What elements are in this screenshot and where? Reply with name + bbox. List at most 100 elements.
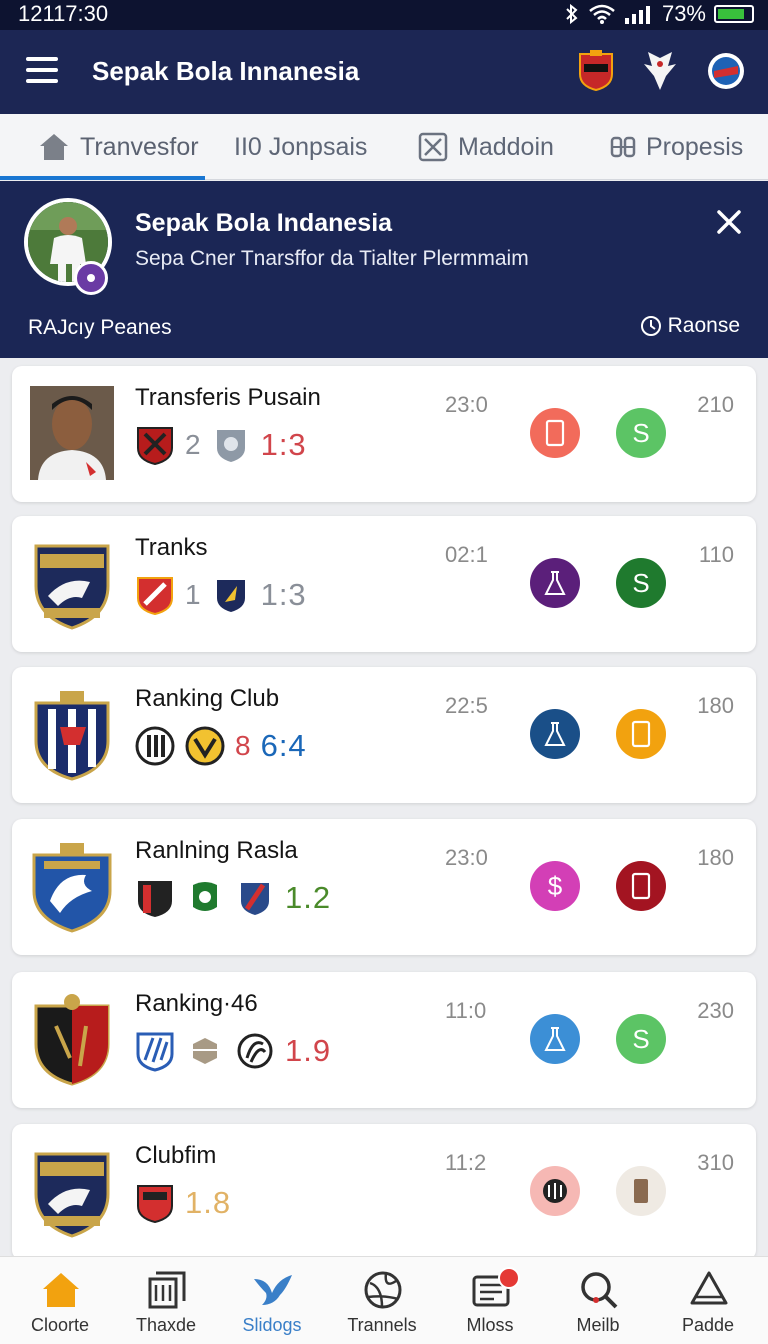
team-crest-icon (136, 1032, 174, 1072)
match-score: 1.2 (285, 880, 332, 915)
home-icon (40, 134, 68, 160)
tab-bar: Tranvesfor II0 Jonpsais Maddoin Propesis (0, 114, 768, 180)
grid-icon (610, 136, 636, 158)
team-crest-icon (137, 427, 173, 466)
badge-row: 8 6:4 (135, 723, 307, 769)
box-x-icon (418, 132, 448, 162)
phone-screen: 12117:30 73% Sepak Bola Innanesia Tranve… (0, 0, 768, 1344)
eagle-icon[interactable] (640, 50, 680, 92)
tab-active-indicator (0, 176, 205, 180)
nav-label: Padde (681, 1315, 735, 1335)
team-number: 1 (185, 579, 201, 610)
team-crest-icon (185, 726, 225, 766)
club-crest-icon[interactable] (576, 50, 616, 92)
phone-action-icon[interactable] (616, 709, 666, 759)
status-dot-icon (74, 261, 108, 295)
hero-response-link[interactable]: Raonse (640, 314, 740, 338)
club-logo-icon (34, 544, 110, 630)
item-value: 180 (697, 693, 734, 718)
item-value: 310 (697, 1150, 734, 1175)
list-item[interactable]: Clubfim 1.8 11:2 310 (12, 1124, 756, 1260)
phone-action-icon[interactable] (530, 408, 580, 458)
status-right: 73% (564, 1, 754, 27)
s-action-icon[interactable]: S (616, 408, 666, 458)
flask-action-icon[interactable] (530, 1014, 580, 1064)
tab-jonpsais[interactable]: II0 Jonpsais (234, 114, 367, 180)
item-time: 22:5 (445, 693, 488, 718)
tab-label: Tranvesfor (80, 132, 199, 161)
close-icon[interactable] (712, 205, 746, 239)
hero-subtitle: Sepa Cner Tnarsffor da Tialter Plermmaim (135, 247, 529, 270)
flask-action-icon[interactable] (530, 709, 580, 759)
flask-action-icon[interactable] (530, 558, 580, 608)
nav-label: Trannels (347, 1315, 417, 1335)
tab-label: II0 Jonpsais (234, 132, 368, 161)
item-time: 02:1 (445, 542, 488, 567)
dollar-action-icon[interactable]: $ (530, 861, 580, 911)
s-action-icon[interactable]: S (616, 558, 666, 608)
nav-item-slidogs[interactable]: Slidogs (218, 1257, 326, 1344)
search-icon (581, 1272, 618, 1309)
phone-action-icon[interactable] (616, 861, 666, 911)
club-logo-icon (34, 994, 110, 1086)
match-score: 1:3 (260, 427, 307, 462)
team-crest-icon (216, 580, 245, 612)
list-item[interactable]: Ranking·46 1.9 11:0 230 S (12, 972, 756, 1108)
tab-propesis[interactable]: Propesis (610, 114, 743, 180)
club-logo-icon (34, 691, 110, 781)
nav-label: Cloorte (30, 1315, 90, 1335)
item-time: 23:0 (445, 392, 488, 417)
item-time: 23:0 (445, 845, 488, 870)
menu-icon[interactable] (26, 57, 58, 83)
tab-label: Maddoin (458, 132, 554, 161)
bluetooth-icon (566, 3, 578, 25)
tab-maddoin[interactable]: Maddoin (418, 114, 554, 180)
phone-action-icon[interactable] (616, 1166, 666, 1216)
hero-footer-label: RAJcıy Peanes (28, 316, 172, 339)
nav-item-trannels[interactable]: Trannels (328, 1257, 436, 1344)
nav-item-padde[interactable]: Padde (654, 1257, 762, 1344)
list-item[interactable]: Ranlning Rasla 1.2 23:0 180 $ (12, 819, 756, 955)
hero-banner[interactable]: Sepak Bola Indanesia Sepa Cner Tnarsffor… (0, 181, 768, 358)
nav-item-thaxde[interactable]: Thaxde (112, 1257, 220, 1344)
nav-label: Meilb (576, 1315, 620, 1335)
nav-item-cloorte[interactable]: Cloorte (6, 1257, 114, 1344)
player-photo (30, 386, 114, 480)
match-score: 1:3 (260, 577, 307, 612)
stack-icon (148, 1271, 186, 1309)
list-item[interactable]: Ranking Club 8 6:4 22:5 180 (12, 667, 756, 803)
ball-action-icon[interactable] (530, 1166, 580, 1216)
item-time: 11:2 (445, 1150, 487, 1175)
item-name: Ranking·46 (135, 990, 258, 1017)
club-logo-icon (32, 843, 112, 933)
status-time: 12117:30 (18, 1, 109, 26)
list-item[interactable]: Tranks 1 1:3 02:1 110 S (12, 516, 756, 652)
tab-label: Propesis (646, 132, 744, 161)
wifi-icon (589, 4, 615, 24)
league-logo-icon[interactable] (706, 50, 746, 92)
match-score: 1.8 (185, 1185, 232, 1220)
team-crest-icon (216, 430, 245, 462)
team-crest-icon (138, 881, 172, 917)
badge-row: 1.2 (135, 875, 331, 921)
home-icon (43, 1273, 79, 1307)
nav-label: Slidogs (242, 1315, 302, 1335)
match-score: 6:4 (260, 728, 307, 763)
item-name: Tranks (135, 534, 208, 561)
clock-icon (640, 316, 661, 336)
list-item[interactable]: Transferis Pusain 2 1:3 23:0 210 S (12, 366, 756, 502)
nav-item-mloss[interactable]: Mloss (436, 1257, 544, 1344)
item-name: Ranlning Rasla (135, 837, 298, 864)
tab-tranvesfor[interactable]: Tranvesfor (38, 114, 199, 180)
team-number: 2 (185, 429, 201, 460)
team-crest-icon (241, 883, 269, 915)
flask-icon (690, 1271, 728, 1305)
team-crest-icon (237, 1033, 273, 1069)
app-bar: Sepak Bola Innanesia (0, 30, 768, 114)
nav-label: Mloss (466, 1315, 514, 1335)
item-value: 110 (698, 542, 734, 567)
bird-icon (254, 1275, 292, 1305)
nav-item-meilb[interactable]: Meilb (544, 1257, 652, 1344)
s-action-icon[interactable]: S (616, 1014, 666, 1064)
match-score: 1.9 (285, 1033, 332, 1068)
